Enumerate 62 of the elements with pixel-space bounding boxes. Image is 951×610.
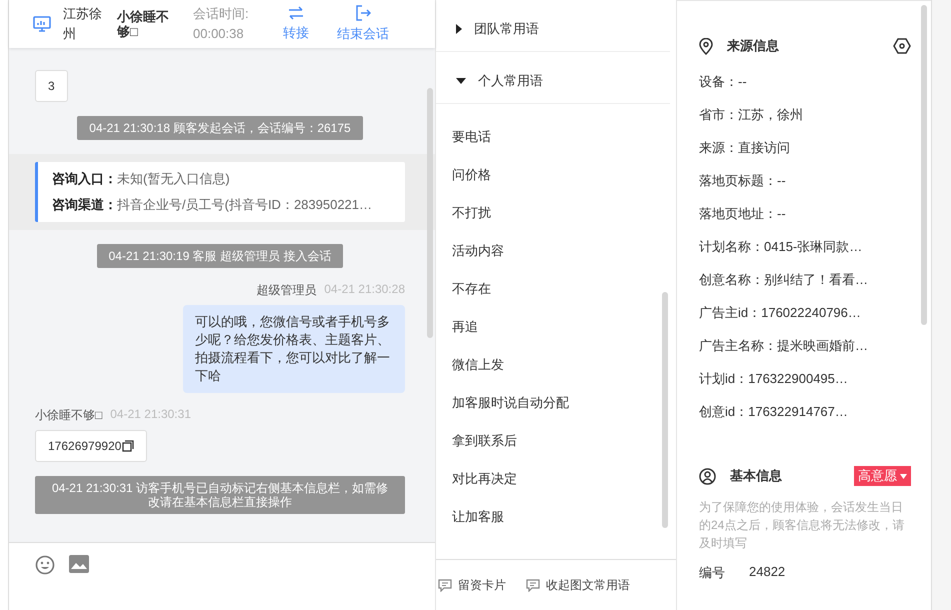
phrase-item[interactable]: 拿到联系后 (452, 422, 670, 460)
timer-label: 会话时间: (193, 5, 250, 23)
visitor-name: 小徐睡不够□ (117, 9, 170, 39)
message-text: 3 (48, 79, 55, 93)
image-icon[interactable] (69, 555, 89, 573)
swap-arrows-icon (288, 6, 304, 20)
sender-name: 小徐睡不够□ (35, 407, 102, 424)
phrase-group-header[interactable]: 团队常用语 (436, 0, 670, 52)
phrase-item[interactable]: 让加客服 (452, 498, 670, 536)
phrase-item[interactable]: 问价格 (452, 156, 670, 194)
phrase-footer-button[interactable]: 收起图文常用语 (526, 576, 630, 594)
system-message: 04-21 21:30:18 顾客发起会话，会话编号：26175 (77, 116, 363, 140)
section-title: 基本信息 (730, 467, 782, 485)
location-pin-icon (699, 38, 713, 54)
info-field: 落地页地址：-- (699, 206, 786, 221)
message-icon (438, 578, 452, 592)
copy-icon[interactable] (122, 440, 134, 452)
phrase-item[interactable]: 活动内容 (452, 232, 670, 270)
notice-text: 为了保障您的使用体验，会话发生当日的24点之后，顾客信息将无法修改，请及时填写 (699, 499, 906, 552)
message-time: 04-21 21:30:31 (110, 407, 191, 423)
phrase-item[interactable]: 不打扰 (452, 194, 670, 232)
info-label: 咨询渠道： (52, 197, 117, 212)
info-field: 省市：江苏，徐州 (699, 107, 803, 122)
phrase-footer-button[interactable]: 留资卡片 (438, 576, 506, 594)
phrase-item[interactable]: 对比再决定 (452, 460, 670, 498)
monitor-icon (33, 16, 51, 32)
phrase-item[interactable]: 微信上发 (452, 346, 670, 384)
message-time: 04-21 21:30:28 (324, 282, 405, 298)
message-text: 17626979920 (48, 439, 122, 453)
info-field: 设备：-- (699, 74, 747, 89)
system-message: 04-21 21:30:31 访客手机号已自动标记右侧基本信息栏，如需修改请在基本信息栏直接操作 (35, 476, 405, 514)
section-title: 来源信息 (727, 37, 779, 55)
system-message: 04-21 21:30:19 客服 超级管理员 接入会话 (96, 244, 344, 268)
sender-name: 超级管理员 (256, 282, 316, 299)
timer-value: 00:00:38 (193, 25, 245, 43)
info-value: 抖音企业号/员工号(抖音号ID：283950221… (117, 197, 372, 212)
info-field: 计划id：176322900495… (699, 371, 848, 386)
info-field: 广告主名称：提米映画婚前… (699, 338, 868, 353)
info-field: 计划名称：0415-张琳同款… (699, 239, 862, 254)
phrase-group-header[interactable]: 个人常用语 (436, 52, 670, 104)
phrase-item[interactable]: 再追 (452, 308, 670, 346)
visitor-location: 江苏徐州 (63, 5, 103, 43)
exit-icon (355, 5, 371, 21)
info-value: 未知(暂无入口信息) (117, 171, 230, 186)
user-icon (699, 468, 716, 484)
phrase-item[interactable]: 加客服时说自动分配 (452, 384, 670, 422)
info-field: 创意名称：别纠结了！看看… (699, 272, 868, 287)
phrase-item[interactable]: 要电话 (452, 118, 670, 156)
info-field: 来源：直接访问 (699, 140, 790, 155)
settings-icon[interactable] (893, 38, 911, 54)
info-field: 落地页标题：-- (699, 173, 786, 188)
phrase-item[interactable]: 不存在 (452, 270, 670, 308)
message-icon (526, 578, 540, 592)
emoji-icon[interactable] (35, 555, 55, 575)
info-label: 咨询入口： (52, 171, 117, 186)
info-field: 创意id：176322914767… (699, 404, 848, 419)
caret-icon (900, 474, 907, 478)
info-field: 广告主id：176022240796… (699, 305, 861, 320)
agent-message-bubble: 可以的哦，您微信号或者手机号多少呢？给您发价格表、主题客片、拍摄流程看下，您可以对比了解一下哈 (183, 305, 405, 393)
field-value: 24822 (749, 564, 786, 581)
intent-dropdown[interactable]: 高意愿 (854, 466, 911, 486)
field-label: 编号 (699, 564, 725, 582)
